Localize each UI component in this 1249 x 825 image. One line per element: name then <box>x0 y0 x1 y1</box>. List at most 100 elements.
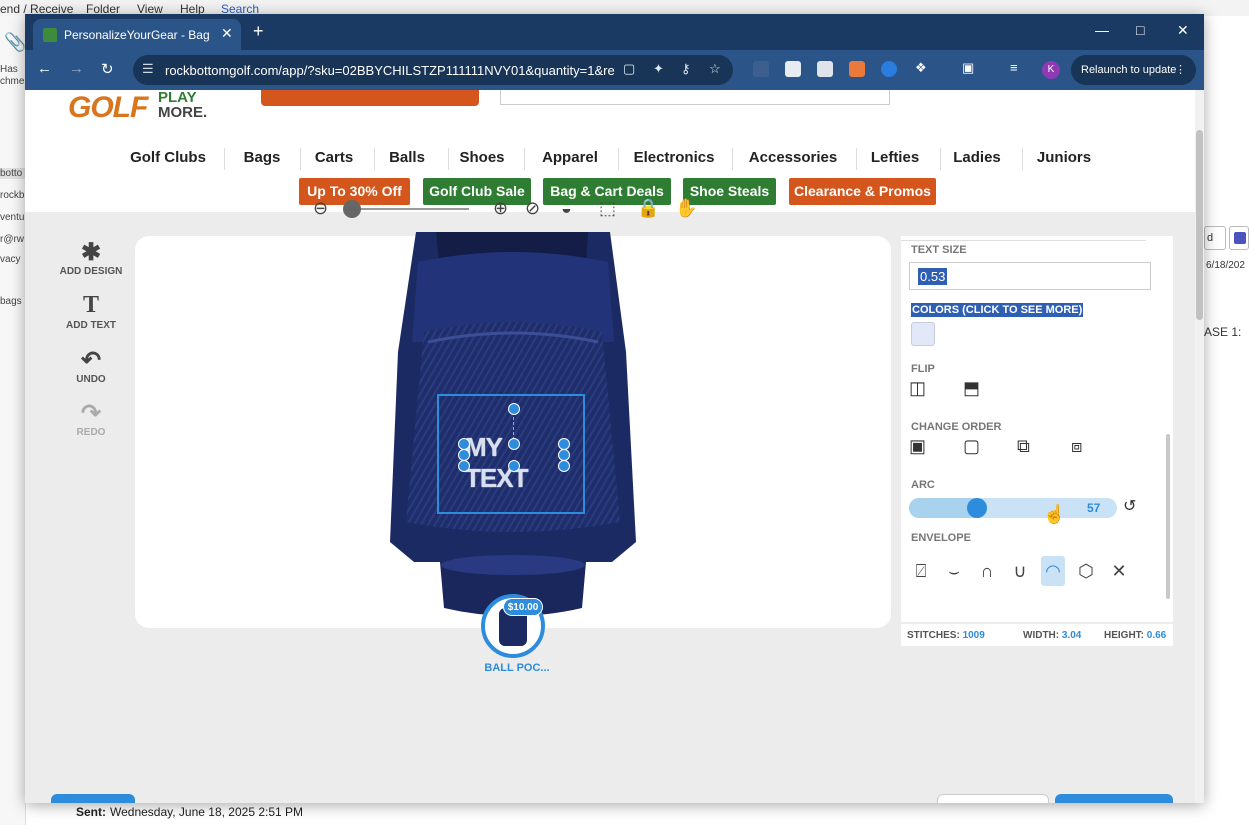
resize-handle-bottom-left[interactable] <box>458 460 470 472</box>
back-icon[interactable]: ← <box>37 60 52 77</box>
site-info-icon[interactable]: ☰ <box>142 61 154 77</box>
send-backward-icon[interactable]: ⧉ <box>1017 436 1030 457</box>
envelope-flag-icon[interactable]: ⍁ <box>909 556 933 586</box>
bg-fragment: vacy <box>0 254 21 265</box>
arc-value[interactable]: 57 <box>1087 501 1100 515</box>
undo-button[interactable]: ↶ UNDO <box>55 346 127 385</box>
email-sent-value: Wednesday, June 18, 2025 2:51 PM <box>110 805 304 819</box>
forward-icon[interactable]: → <box>69 60 84 77</box>
nav-golf-clubs[interactable]: Golf Clubs <box>118 144 218 172</box>
header-cta-button[interactable] <box>261 90 479 106</box>
redo-button[interactable]: ↷ REDO <box>55 399 127 438</box>
new-tab-icon[interactable]: + <box>253 21 264 42</box>
address-url[interactable]: rockbottomgolf.com/app/?sku=02BBYCHILSTZ… <box>165 63 615 78</box>
colors-label[interactable]: COLORS (CLICK TO SEE MORE) <box>911 303 1084 317</box>
zoom-slider-track[interactable] <box>345 208 469 210</box>
site-search-input[interactable] <box>500 90 890 105</box>
nav-juniors[interactable]: Juniors <box>1028 144 1100 172</box>
promo-clearance[interactable]: Clearance & Promos <box>789 178 936 205</box>
browser-tab-active[interactable]: PersonalizeYourGear - Bag Boy ✕ <box>33 19 241 50</box>
envelope-arch-icon[interactable]: ∩ <box>975 556 999 586</box>
stitches-stat: STITCHES: 1009 <box>907 630 985 641</box>
minimize-icon[interactable]: — <box>1095 22 1109 38</box>
rotate-handle[interactable] <box>508 403 520 415</box>
nav-carts[interactable]: Carts <box>306 144 362 172</box>
main-navigation: Golf Clubs Bags Carts Balls Shoes Appare… <box>118 144 1108 172</box>
resize-handle-bottom[interactable] <box>508 460 520 472</box>
envelope-clear-icon[interactable]: ✕ <box>1107 556 1131 586</box>
shopping-icon[interactable]: ▢ <box>623 61 635 77</box>
bookmark-star-icon[interactable]: ☆ <box>709 61 721 77</box>
nav-apparel[interactable]: Apparel <box>530 144 610 172</box>
nav-bags[interactable]: Bags <box>230 144 294 172</box>
envelope-bridge-icon[interactable]: ⌣ <box>942 556 966 586</box>
arc-slider-handle[interactable] <box>967 498 987 518</box>
add-design-button[interactable]: ✱ ADD DESIGN <box>55 238 127 277</box>
profile-avatar[interactable]: K <box>1042 61 1060 79</box>
envelope-pennant-icon[interactable]: ◠ <box>1041 556 1065 586</box>
design-canvas[interactable]: MY TEXT $10.00 BALL POC... <box>135 232 891 674</box>
flip-vertical-icon[interactable]: ⬒ <box>963 378 980 399</box>
hide-design-icon[interactable]: ⊘ <box>525 198 540 219</box>
media-queue-icon[interactable]: ≡ <box>1010 60 1018 75</box>
address-bar[interactable]: ☰ rockbottomgolf.com/app/?sku=02BBYCHILS… <box>133 55 733 85</box>
bring-to-front-icon[interactable]: ▣ <box>909 436 926 457</box>
zoom-slider-handle[interactable] <box>343 200 361 218</box>
resize-handle-top[interactable] <box>508 438 520 450</box>
ai-sparkle-icon[interactable]: ✦ <box>653 61 664 77</box>
nav-shoes[interactable]: Shoes <box>454 144 510 172</box>
flip-label: FLIP <box>911 363 935 375</box>
lock-icon[interactable]: 🔒 <box>637 198 659 219</box>
background-email-preview: Sent: Wednesday, June 18, 2025 2:51 PM <box>26 802 1204 825</box>
extension-icon[interactable] <box>881 61 897 77</box>
browser-toolbar: ← → ↻ ☰ rockbottomgolf.com/app/?sku=02BB… <box>25 50 1204 90</box>
add-text-button[interactable]: T ADD TEXT <box>55 292 127 331</box>
reset-arc-icon[interactable]: ↺ <box>1123 496 1136 516</box>
footer-primary-button[interactable] <box>1055 794 1173 803</box>
flip-horizontal-icon[interactable]: ◫ <box>909 378 926 399</box>
extension-icon[interactable] <box>849 61 865 77</box>
browser-window: PersonalizeYourGear - Bag Boy ✕ + — □ ✕ … <box>25 14 1204 803</box>
bg-fragment: bags <box>0 296 22 307</box>
text-size-input[interactable]: 0.53 <box>909 262 1151 290</box>
extensions-puzzle-icon[interactable]: ❖ <box>915 60 927 76</box>
site-logo[interactable]: GOLF <box>68 91 148 125</box>
bg-fragment: botto <box>0 168 25 179</box>
maximize-icon[interactable]: □ <box>1136 22 1144 38</box>
send-to-back-icon[interactable]: ⧈ <box>1071 436 1082 457</box>
password-key-icon[interactable]: ⚷ <box>681 61 691 77</box>
bg-fragment-button[interactable]: d <box>1204 226 1226 250</box>
extension-icon[interactable] <box>785 61 801 77</box>
preview-zoom-icon[interactable]: ◒ <box>561 198 572 219</box>
bg-text-fragment: ASE 1: <box>1204 325 1242 339</box>
location-label[interactable]: BALL POC... <box>475 662 559 674</box>
tab-search-icon[interactable]: ▣ <box>962 60 974 76</box>
logo-play-text: PLAY <box>158 90 197 106</box>
nav-electronics[interactable]: Electronics <box>624 144 724 172</box>
envelope-bulge-icon[interactable]: ∪ <box>1008 556 1032 586</box>
footer-left-button[interactable] <box>51 794 135 803</box>
nav-ladies[interactable]: Ladies <box>946 144 1008 172</box>
bring-forward-icon[interactable]: ▢ <box>963 436 980 457</box>
window-close-icon[interactable]: ✕ <box>1177 22 1189 39</box>
resize-handle-bottom-right[interactable] <box>558 460 570 472</box>
extension-icon[interactable] <box>817 61 833 77</box>
nav-accessories[interactable]: Accessories <box>738 144 848 172</box>
nav-lefties[interactable]: Lefties <box>862 144 928 172</box>
page-scrollbar[interactable] <box>1195 90 1204 803</box>
fit-selection-icon[interactable]: ⬚ <box>599 198 616 219</box>
nav-balls[interactable]: Balls <box>380 144 434 172</box>
reload-icon[interactable]: ↻ <box>101 60 114 78</box>
extension-icon[interactable] <box>753 61 769 77</box>
teams-icon[interactable] <box>1229 226 1249 250</box>
pan-hand-icon[interactable]: ✋ <box>675 198 697 219</box>
tab-close-icon[interactable]: ✕ <box>221 25 233 42</box>
panel-scrollbar[interactable] <box>1165 236 1171 622</box>
footer-secondary-button[interactable] <box>937 794 1049 803</box>
zoom-in-icon[interactable]: ⊕ <box>493 198 508 219</box>
relaunch-button[interactable]: Relaunch to update ⋮ <box>1071 55 1196 85</box>
zoom-out-icon[interactable]: ⊖ <box>313 198 328 219</box>
more-menu-icon[interactable]: ⋮ <box>1175 55 1186 85</box>
envelope-hexagon-icon[interactable]: ⬡ <box>1074 556 1098 586</box>
color-swatch[interactable] <box>911 322 935 346</box>
